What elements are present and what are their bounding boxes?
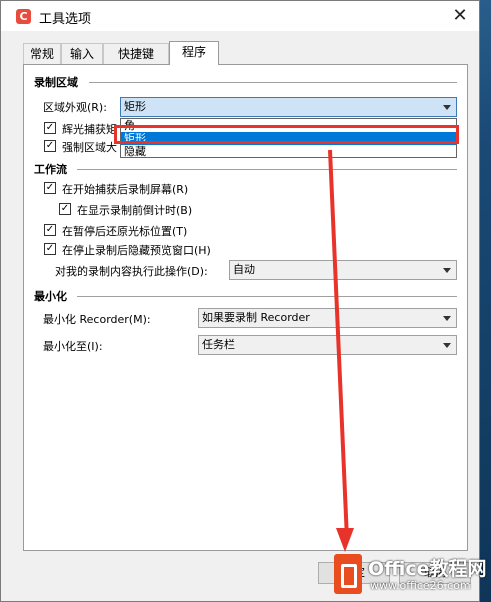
divider bbox=[77, 169, 457, 170]
countdown-checkbox[interactable]: ✓ bbox=[59, 203, 71, 215]
dialog-title: 工具选项 bbox=[39, 12, 92, 27]
start-record-checkbox[interactable]: ✓ bbox=[44, 182, 56, 194]
title-bar: C 工具选项 ✕ bbox=[1, 1, 479, 31]
glow-checkbox[interactable]: ✓ bbox=[44, 122, 56, 134]
tab-general[interactable]: 常规 bbox=[23, 43, 61, 64]
minimize-recorder-value: 如果要录制 Recorder bbox=[202, 311, 310, 324]
office-logo-icon bbox=[334, 554, 362, 594]
appearance-select[interactable]: 矩形 bbox=[120, 97, 457, 117]
force-size-checkbox[interactable]: ✓ bbox=[44, 140, 56, 152]
minimize-to-value: 任务栏 bbox=[202, 338, 235, 351]
appearance-label: 区域外观(R): bbox=[43, 101, 107, 114]
watermark-title: Office教程网 bbox=[368, 558, 487, 580]
action-value: 自动 bbox=[233, 263, 255, 276]
action-select[interactable]: 自动 bbox=[229, 260, 457, 280]
minimize-title: 最小化 bbox=[34, 290, 67, 303]
restore-cursor-checkbox[interactable]: ✓ bbox=[44, 224, 56, 236]
app-icon: C bbox=[16, 9, 31, 24]
chevron-down-icon bbox=[443, 268, 451, 273]
hide-preview-checkbox[interactable]: ✓ bbox=[44, 243, 56, 255]
chevron-down-icon bbox=[443, 105, 451, 110]
restore-cursor-label: 在暂停后还原光标位置(T) bbox=[62, 225, 188, 238]
annotation-highlight-box bbox=[114, 125, 459, 144]
minimize-recorder-label: 最小化 Recorder(M): bbox=[43, 313, 151, 326]
workflow-title: 工作流 bbox=[34, 163, 67, 176]
hide-preview-label: 在停止录制后隐藏预览窗口(H) bbox=[62, 244, 211, 257]
tab-input[interactable]: 输入 bbox=[61, 43, 103, 64]
tab-shortcuts[interactable]: 快捷键 bbox=[103, 43, 169, 64]
annotation-arrow-head bbox=[336, 528, 354, 552]
watermark: Office教程网 www.office26.com bbox=[334, 552, 490, 598]
close-icon[interactable]: ✕ bbox=[445, 3, 475, 29]
divider bbox=[89, 82, 457, 83]
force-size-label: 强制区域大 bbox=[62, 141, 117, 154]
watermark-url: www.office26.com bbox=[370, 579, 471, 592]
chevron-down-icon bbox=[443, 343, 451, 348]
record-area-title: 录制区域 bbox=[34, 76, 78, 89]
countdown-label: 在显示录制前倒计时(B) bbox=[77, 204, 193, 217]
minimize-to-select[interactable]: 任务栏 bbox=[198, 335, 457, 355]
minimize-to-label: 最小化至(I): bbox=[43, 340, 103, 353]
action-label: 对我的录制内容执行此操作(D): bbox=[55, 265, 208, 278]
minimize-recorder-select[interactable]: 如果要录制 Recorder bbox=[198, 308, 457, 328]
chevron-down-icon bbox=[443, 316, 451, 321]
tool-options-dialog: C 工具选项 ✕ 常规 输入 快捷键 程序 录制区域 区域外观(R): 矩形 ✓… bbox=[0, 0, 480, 602]
dropdown-option-hidden[interactable]: 隐藏 bbox=[121, 145, 456, 158]
appearance-value: 矩形 bbox=[124, 100, 146, 113]
divider bbox=[77, 296, 457, 297]
tab-program[interactable]: 程序 bbox=[169, 41, 219, 65]
start-record-label: 在开始捕获后录制屏幕(R) bbox=[62, 183, 189, 196]
glow-label: 辉光捕获矩 bbox=[62, 123, 117, 136]
